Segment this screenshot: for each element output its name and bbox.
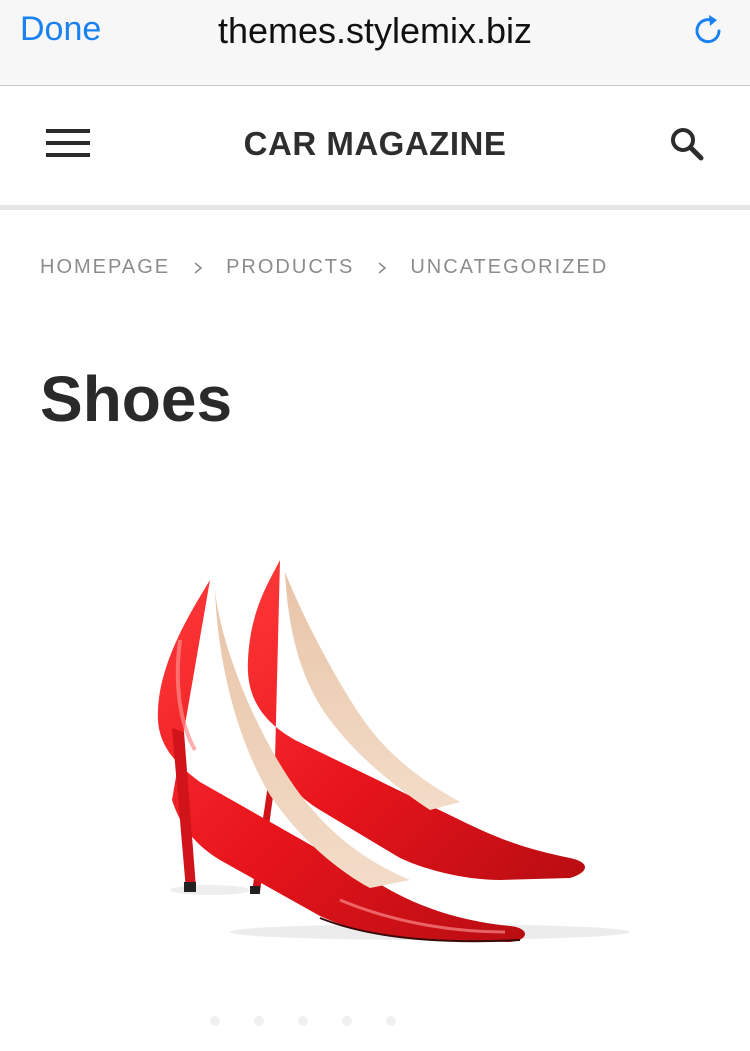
chevron-right-icon <box>194 261 203 274</box>
chevron-right-icon <box>378 261 387 274</box>
breadcrumb-uncategorized[interactable]: UNCATEGORIZED <box>410 256 608 279</box>
reload-icon <box>695 15 721 44</box>
reload-button[interactable] <box>690 12 726 48</box>
gallery-dot[interactable] <box>386 1016 396 1026</box>
breadcrumb-products[interactable]: PRODUCTS <box>226 256 354 279</box>
gallery-dot[interactable] <box>254 1016 264 1026</box>
red-heels-illustration <box>157 560 630 943</box>
url-display[interactable]: themes.stylemix.biz <box>0 10 750 52</box>
gallery-dot[interactable] <box>298 1016 308 1026</box>
site-title[interactable]: CAR MAGAZINE <box>0 125 750 163</box>
browser-toolbar: Done themes.stylemix.biz <box>0 0 750 86</box>
site-header: CAR MAGAZINE <box>0 87 750 205</box>
breadcrumb-homepage[interactable]: HOMEPAGE <box>40 256 170 279</box>
search-icon <box>671 128 704 161</box>
gallery-dot[interactable] <box>342 1016 352 1026</box>
breadcrumb: HOMEPAGE PRODUCTS UNCATEGORIZED <box>40 256 608 279</box>
header-divider <box>0 205 750 210</box>
gallery-dots <box>210 1016 396 1026</box>
search-button[interactable] <box>668 125 706 163</box>
gallery-dot[interactable] <box>210 1016 220 1026</box>
product-title: Shoes <box>40 363 233 435</box>
product-image[interactable] <box>100 520 660 970</box>
